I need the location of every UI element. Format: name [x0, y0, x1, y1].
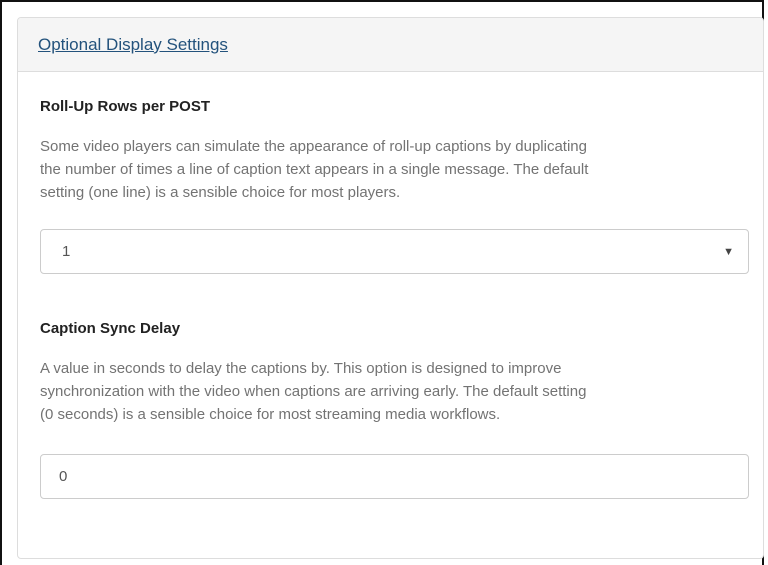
roll-up-rows-help: Some video players can simulate the appe…: [40, 135, 750, 204]
roll-up-help-line: setting (one line) is a sensible choice …: [40, 184, 401, 201]
caption-sync-delay-label: Caption Sync Delay: [40, 320, 181, 337]
panel-title-link[interactable]: Optional Display Settings: [38, 35, 228, 55]
sync-delay-help-line: (0 seconds) is a sensible choice for mos…: [40, 406, 501, 423]
caption-sync-delay-input[interactable]: [40, 454, 749, 499]
optional-display-settings-panel: Optional Display Settings Roll-Up Rows p…: [17, 17, 764, 559]
sync-delay-help-line: A value in seconds to delay the captions…: [40, 360, 562, 377]
roll-up-rows-select[interactable]: 1 ▼: [40, 229, 749, 274]
roll-up-rows-label: Roll-Up Rows per POST: [40, 98, 211, 115]
roll-up-help-line: the number of times a line of caption te…: [40, 161, 589, 178]
sync-delay-help-line: synchronization with the video when capt…: [40, 383, 587, 400]
panel-heading: Optional Display Settings: [18, 18, 763, 72]
roll-up-rows-selected-value: 1: [62, 243, 71, 260]
roll-up-help-line: Some video players can simulate the appe…: [40, 138, 587, 155]
chevron-down-icon: ▼: [723, 245, 734, 258]
caption-sync-delay-help: A value in seconds to delay the captions…: [40, 357, 750, 426]
